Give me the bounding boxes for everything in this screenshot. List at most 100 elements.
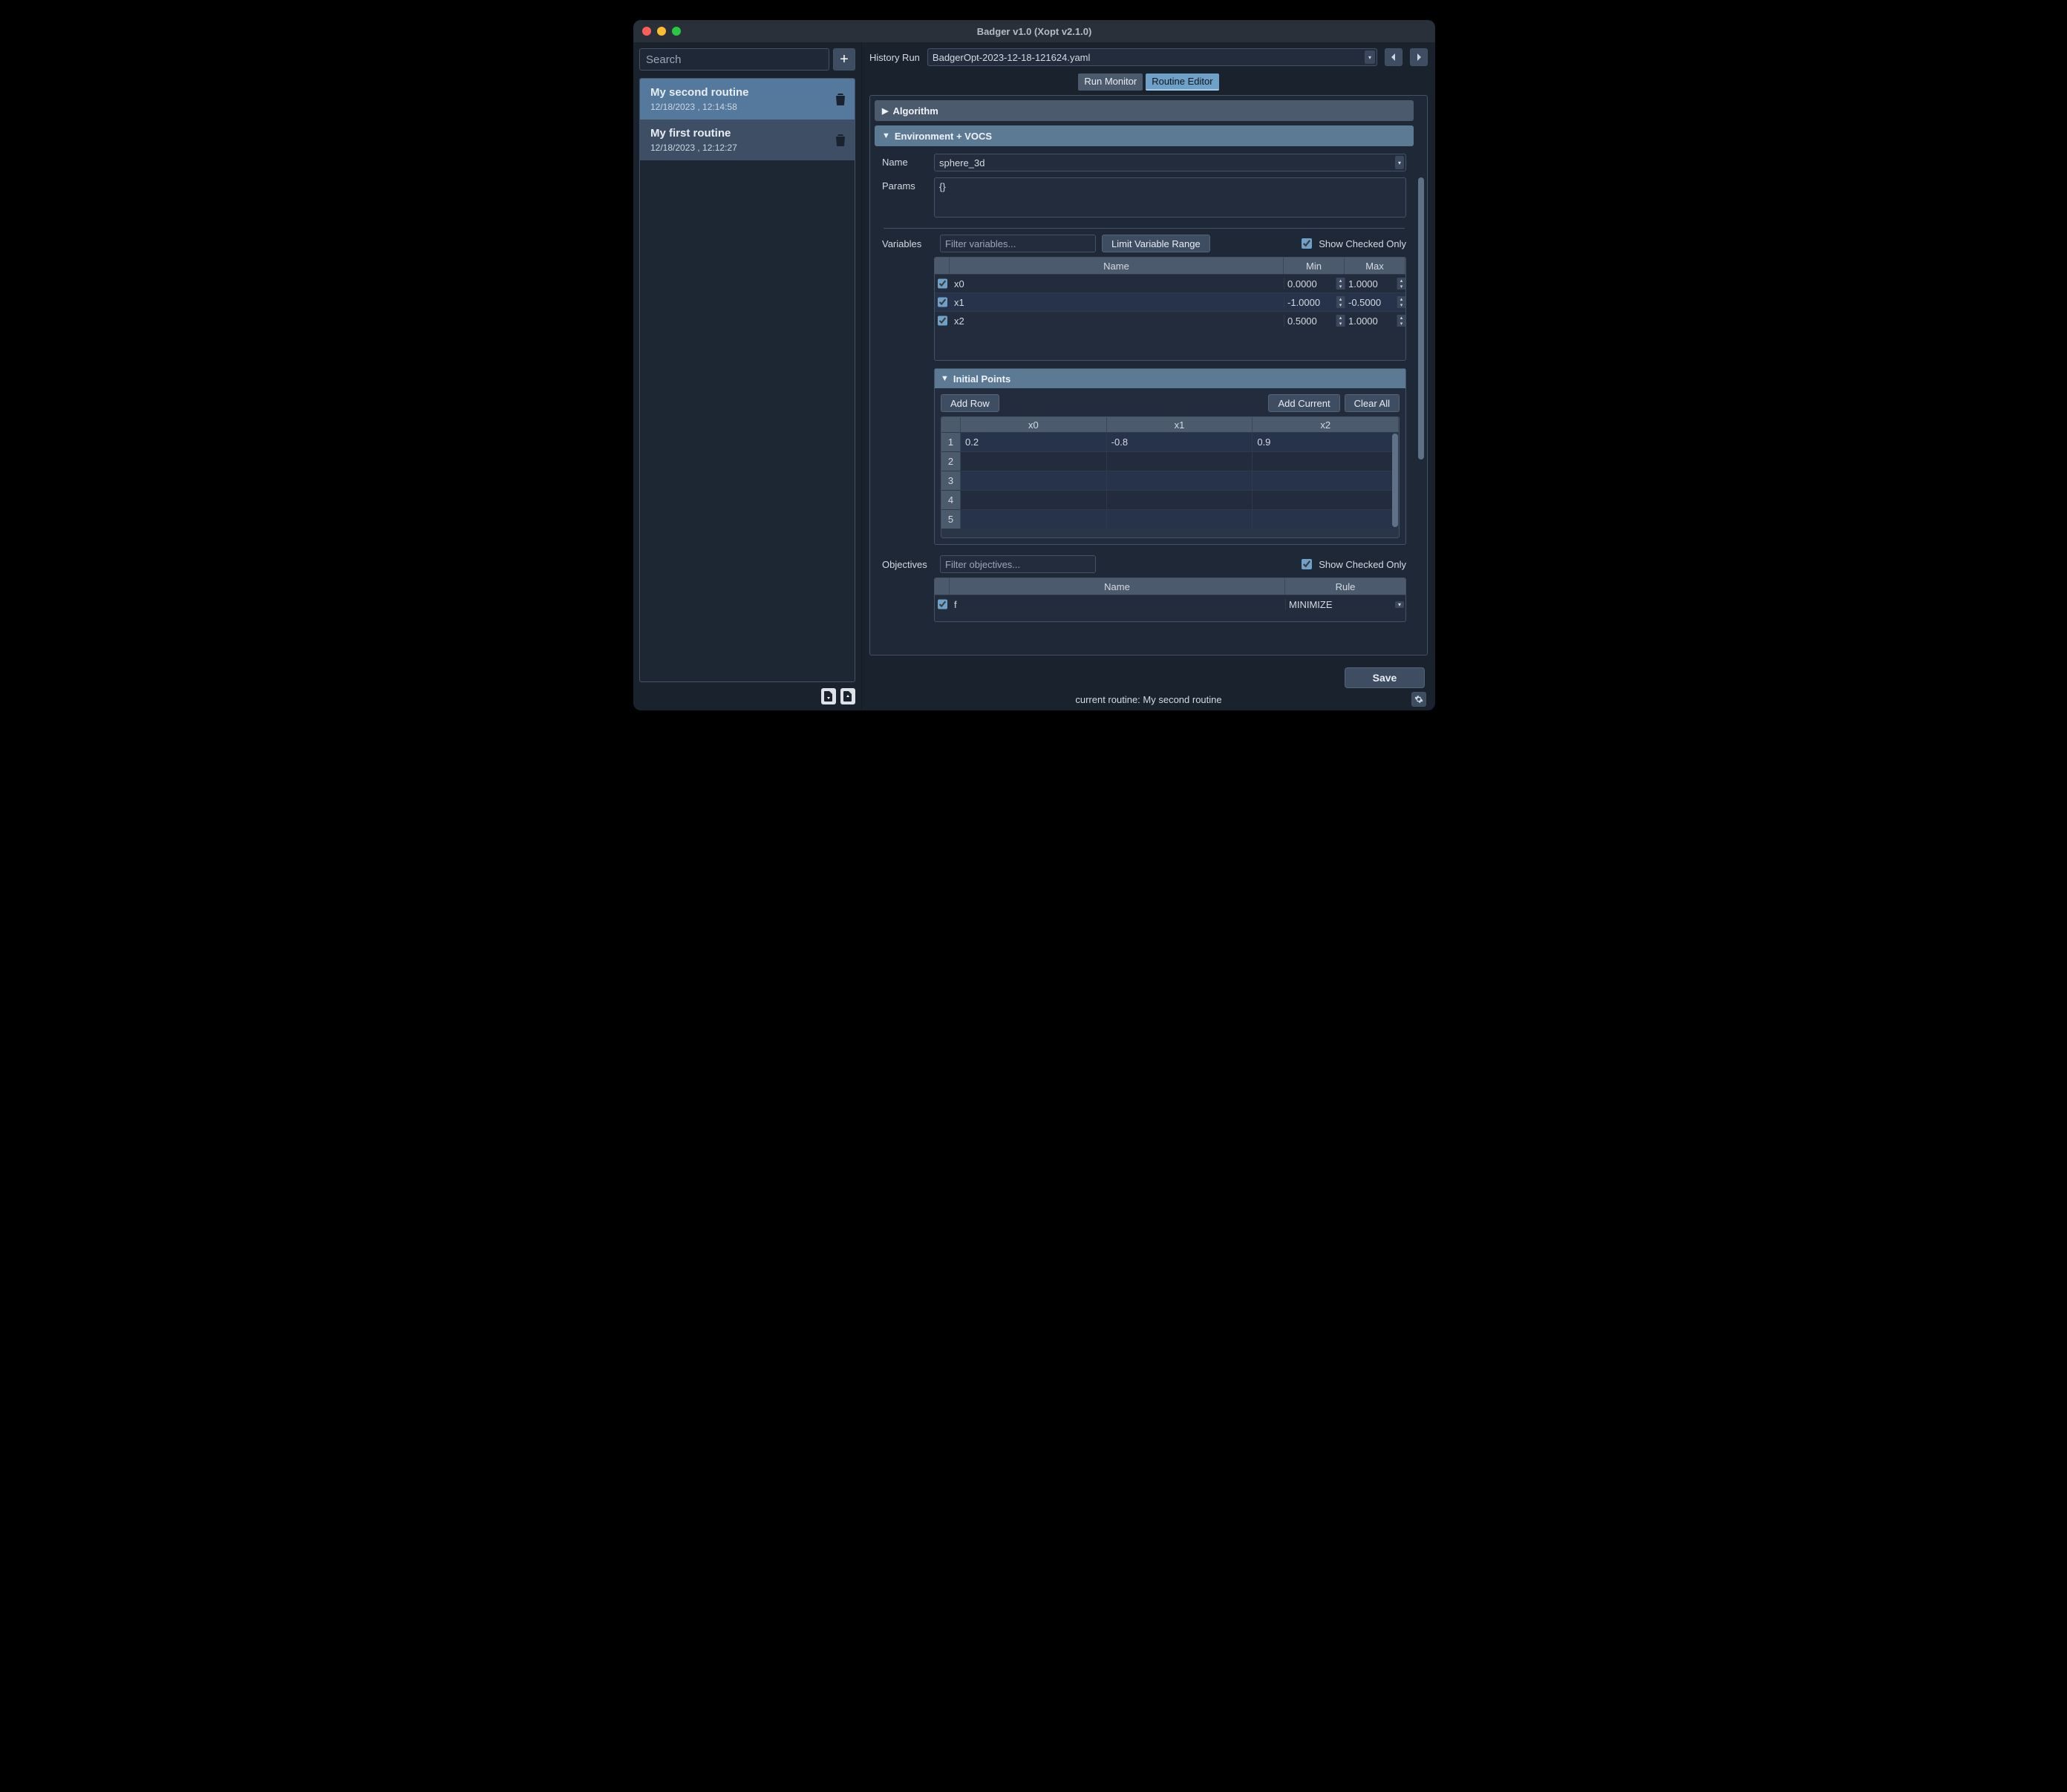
routine-item[interactable]: My second routine 12/18/2023 , 12:14:58 — [640, 79, 855, 120]
routine-list: My second routine 12/18/2023 , 12:14:58 … — [639, 78, 855, 682]
chevron-down-icon: ▾ — [1395, 156, 1404, 169]
table-row[interactable]: 1 0.2 -0.8 0.9 — [941, 432, 1399, 451]
section-env-label: Environment + VOCS — [895, 131, 992, 142]
spin-up-icon[interactable]: ▴ — [1336, 315, 1345, 321]
ip-cell[interactable] — [1107, 491, 1253, 509]
ip-cell[interactable] — [1107, 452, 1253, 471]
save-button[interactable]: Save — [1345, 667, 1425, 688]
chevron-left-icon — [1391, 53, 1397, 61]
checkbox-icon[interactable] — [1302, 238, 1312, 249]
ip-hscrollbar[interactable] — [941, 529, 1399, 537]
add-routine-button[interactable]: + — [833, 48, 855, 71]
env-name-select[interactable]: sphere_3d ▾ — [934, 154, 1406, 171]
chevron-right-icon — [1416, 53, 1422, 61]
checkbox-icon[interactable] — [1302, 559, 1312, 569]
history-run-select[interactable]: BadgerOpt-2023-12-18-121624.yaml ▾ — [927, 48, 1377, 66]
variables-label: Variables — [882, 238, 934, 249]
spin-up-icon[interactable]: ▴ — [1336, 278, 1345, 284]
file-import-icon — [824, 691, 833, 702]
var-max-cell[interactable]: 1.0000▴▾ — [1345, 278, 1405, 290]
col-header-name: Name — [950, 578, 1285, 595]
row-header: 4 — [941, 491, 961, 509]
table-row[interactable]: 4 — [941, 490, 1399, 509]
app-window: Badger v1.0 (Xopt v2.1.0) + My second ro… — [633, 20, 1435, 710]
variables-show-checked-toggle[interactable]: Show Checked Only — [1299, 236, 1406, 251]
var-min-cell[interactable]: -1.0000▴▾ — [1284, 296, 1345, 308]
table-row[interactable]: 2 — [941, 451, 1399, 471]
col-header-max: Max — [1345, 258, 1405, 274]
ip-cell[interactable] — [1253, 471, 1399, 490]
table-row[interactable]: 5 — [941, 509, 1399, 529]
row-checkbox[interactable] — [938, 599, 947, 609]
spin-down-icon[interactable]: ▾ — [1397, 302, 1405, 308]
table-row[interactable]: 3 — [941, 471, 1399, 490]
var-min-cell[interactable]: 0.5000▴▾ — [1284, 315, 1345, 327]
trash-icon[interactable] — [835, 134, 846, 146]
import-button[interactable] — [821, 688, 836, 704]
spin-up-icon[interactable]: ▴ — [1397, 296, 1405, 302]
routine-name: My second routine — [650, 86, 749, 99]
ip-cell[interactable]: 0.9 — [1253, 433, 1399, 451]
var-max-cell[interactable]: -0.5000▴▾ — [1345, 296, 1405, 308]
env-params-input[interactable]: {} — [934, 177, 1406, 218]
search-input[interactable] — [639, 48, 829, 71]
obj-rule-select[interactable]: MINIMIZE ▾ — [1285, 599, 1405, 610]
ip-scrollbar[interactable] — [1392, 434, 1398, 527]
sidebar: + My second routine 12/18/2023 , 12:14:5… — [633, 42, 862, 710]
ip-cell[interactable] — [1253, 510, 1399, 529]
spin-down-icon[interactable]: ▾ — [1397, 284, 1405, 290]
spin-up-icon[interactable]: ▴ — [1397, 315, 1405, 321]
trash-icon[interactable] — [835, 94, 846, 105]
add-current-button[interactable]: Add Current — [1268, 394, 1339, 412]
editor-scrollbar[interactable] — [1418, 177, 1424, 647]
history-next-button[interactable] — [1410, 48, 1428, 66]
ip-cell[interactable] — [961, 510, 1107, 529]
ip-cell[interactable] — [1107, 510, 1253, 529]
routine-item[interactable]: My first routine 12/18/2023 , 12:12:27 — [640, 120, 855, 160]
col-header-name: Name — [950, 258, 1284, 274]
settings-button[interactable] — [1411, 692, 1426, 707]
row-checkbox[interactable] — [938, 315, 947, 326]
window-title: Badger v1.0 (Xopt v2.1.0) — [633, 26, 1435, 37]
tab-routine-editor[interactable]: Routine Editor — [1146, 73, 1218, 91]
var-max-cell[interactable]: 1.0000▴▾ — [1345, 315, 1405, 327]
var-name: x2 — [950, 315, 1284, 327]
ip-cell[interactable]: -0.8 — [1107, 433, 1253, 451]
spin-down-icon[interactable]: ▾ — [1336, 321, 1345, 327]
variables-filter-input[interactable] — [940, 235, 1096, 252]
objectives-show-checked-toggle[interactable]: Show Checked Only — [1299, 557, 1406, 572]
chevron-down-icon: ▼ — [882, 131, 890, 140]
ip-cell[interactable] — [1107, 471, 1253, 490]
ip-col-header: x0 — [961, 417, 1107, 432]
limit-variable-range-button[interactable]: Limit Variable Range — [1102, 235, 1210, 252]
chevron-down-icon: ▾ — [1365, 50, 1375, 64]
section-env-header[interactable]: ▼ Environment + VOCS — [875, 125, 1414, 146]
ip-cell[interactable]: 0.2 — [961, 433, 1107, 451]
row-checkbox[interactable] — [938, 278, 947, 289]
section-algorithm-label: Algorithm — [892, 105, 938, 117]
ip-cell[interactable] — [961, 471, 1107, 490]
initial-points-header[interactable]: ▼ Initial Points — [935, 369, 1405, 388]
spin-down-icon[interactable]: ▾ — [1397, 321, 1405, 327]
env-params-value: {} — [939, 181, 946, 192]
spin-up-icon[interactable]: ▴ — [1397, 278, 1405, 284]
ip-cell[interactable] — [1253, 491, 1399, 509]
section-algorithm-header[interactable]: ▶ Algorithm — [875, 100, 1414, 121]
objectives-filter-input[interactable] — [940, 555, 1096, 573]
ip-cell[interactable] — [961, 491, 1107, 509]
spin-up-icon[interactable]: ▴ — [1336, 296, 1345, 302]
clear-all-button[interactable]: Clear All — [1345, 394, 1400, 412]
history-prev-button[interactable] — [1385, 48, 1403, 66]
table-row: x2 0.5000▴▾ 1.0000▴▾ — [935, 311, 1405, 330]
tab-run-monitor[interactable]: Run Monitor — [1078, 73, 1143, 91]
ip-cell[interactable] — [1253, 452, 1399, 471]
spin-down-icon[interactable]: ▾ — [1336, 302, 1345, 308]
ip-cell[interactable] — [961, 452, 1107, 471]
row-checkbox[interactable] — [938, 297, 947, 307]
routine-timestamp: 12/18/2023 , 12:14:58 — [650, 102, 749, 112]
row-header: 2 — [941, 452, 961, 471]
add-row-button[interactable]: Add Row — [941, 394, 999, 412]
export-button[interactable] — [840, 688, 855, 704]
var-min-cell[interactable]: 0.0000▴▾ — [1284, 278, 1345, 290]
spin-down-icon[interactable]: ▾ — [1336, 284, 1345, 290]
